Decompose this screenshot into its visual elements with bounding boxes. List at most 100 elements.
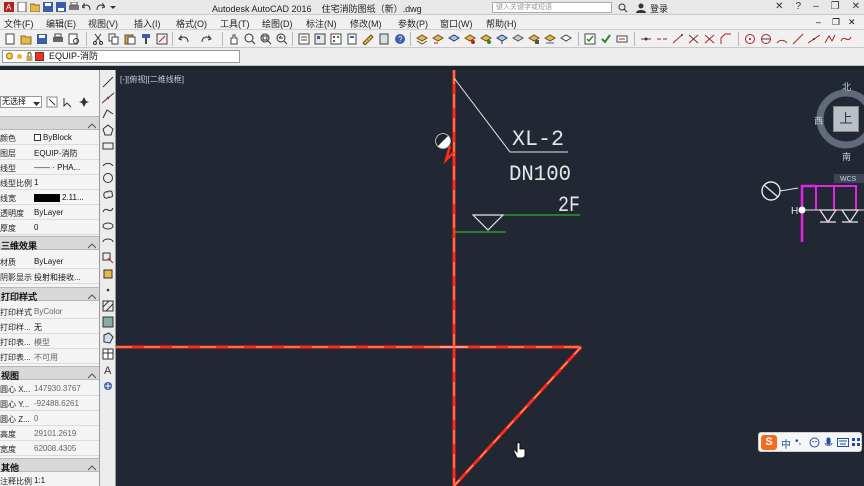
- ime-toolbar[interactable]: S 中 •,: [758, 432, 862, 452]
- mdi-minimize-icon[interactable]: –: [816, 17, 821, 27]
- plot-icon[interactable]: [69, 1, 79, 12]
- maximize-icon[interactable]: ❐: [831, 1, 840, 12]
- search-input[interactable]: 键入关键字或短语: [492, 2, 612, 13]
- attribute-icon[interactable]: [616, 33, 628, 45]
- layer-walk-icon[interactable]: [544, 33, 556, 45]
- minimize-icon[interactable]: –: [813, 1, 819, 12]
- match-properties-icon[interactable]: [140, 33, 152, 45]
- login-link[interactable]: 登录: [650, 2, 668, 15]
- redo-icon[interactable]: [95, 2, 106, 12]
- quick-select-icon[interactable]: [78, 96, 90, 110]
- section-view[interactable]: 视图: [0, 366, 99, 381]
- sheet-set-icon[interactable]: [346, 33, 358, 45]
- table-icon[interactable]: [102, 348, 114, 360]
- user-icon[interactable]: [636, 3, 646, 15]
- collapse-chevron-icon[interactable]: [87, 463, 97, 471]
- prop-row[interactable]: 高度 29101.2619: [0, 426, 99, 441]
- prop-row[interactable]: 圆心 Z... 0: [0, 411, 99, 426]
- layer-dropdown[interactable]: EQUIP-消防: [2, 50, 240, 63]
- save-icon[interactable]: [43, 2, 53, 12]
- copy-icon[interactable]: [108, 33, 120, 45]
- save-file-icon[interactable]: [36, 33, 48, 45]
- prop-row[interactable]: 注释比例 1:1: [0, 473, 99, 486]
- layer-properties-icon[interactable]: [416, 33, 428, 45]
- prop-row[interactable]: 线型比例 1: [0, 175, 99, 190]
- section-plot-style[interactable]: 打印样式: [0, 287, 99, 302]
- chamfer-icon[interactable]: [720, 33, 732, 45]
- rectangle-icon[interactable]: [102, 140, 114, 152]
- properties-icon[interactable]: [298, 33, 310, 45]
- redo-tool-icon[interactable]: [200, 33, 212, 45]
- arc-draw-icon[interactable]: [102, 156, 114, 168]
- block-editor-icon[interactable]: [156, 33, 168, 45]
- help-icon[interactable]: ?: [796, 1, 802, 12]
- ellipse-icon[interactable]: [102, 220, 114, 232]
- zoom-realtime-icon[interactable]: [244, 33, 256, 45]
- circle-draw-icon[interactable]: [102, 172, 114, 184]
- make-block-icon[interactable]: [102, 268, 114, 280]
- zoom-window-icon[interactable]: [260, 33, 272, 45]
- new-icon[interactable]: [17, 1, 27, 13]
- arc-icon[interactable]: [776, 33, 788, 45]
- layer-state-icon[interactable]: [448, 33, 460, 45]
- layer-merge-icon[interactable]: [560, 33, 572, 45]
- prop-row[interactable]: 厚度 0: [0, 220, 99, 235]
- extend-icon[interactable]: [672, 33, 684, 45]
- open-icon[interactable]: [29, 2, 41, 13]
- collapse-chevron-icon[interactable]: [87, 121, 97, 129]
- menu-dimension[interactable]: 标注(N): [306, 17, 337, 30]
- prop-row[interactable]: 阴影显示 投射和接收...: [0, 269, 99, 284]
- menu-file[interactable]: 文件(F): [4, 17, 34, 30]
- menu-draw[interactable]: 绘图(D): [262, 17, 293, 30]
- menu-view[interactable]: 视图(V): [88, 17, 118, 30]
- exchange-icon[interactable]: ✕: [775, 1, 783, 12]
- prop-row[interactable]: 宽度 62008.4305: [0, 441, 99, 456]
- point-icon[interactable]: [102, 284, 114, 296]
- prop-row[interactable]: 线宽 2.11...: [0, 190, 99, 205]
- hatch-icon[interactable]: [102, 300, 114, 312]
- line-draw-icon[interactable]: [102, 76, 114, 88]
- prop-row[interactable]: 圆心 X... 147930.3767: [0, 381, 99, 396]
- menu-help[interactable]: 帮助(H): [486, 17, 517, 30]
- print-icon[interactable]: [52, 33, 64, 45]
- prop-row[interactable]: 打印表... 不可用: [0, 349, 99, 364]
- construction-line-icon[interactable]: [101, 92, 115, 104]
- prop-row[interactable]: 透明度 ByLayer: [0, 205, 99, 220]
- viewcube-top-face[interactable]: 上: [833, 106, 859, 132]
- viewcube-south[interactable]: 南: [842, 150, 851, 163]
- ellipse-arc-icon[interactable]: [102, 236, 114, 248]
- menu-edit[interactable]: 编辑(E): [46, 17, 76, 30]
- insert-block-icon[interactable]: [102, 252, 114, 264]
- layer-previous-icon[interactable]: [432, 33, 444, 45]
- revision-cloud-icon[interactable]: [102, 188, 114, 200]
- section-misc[interactable]: 其他: [0, 458, 99, 473]
- paste-icon[interactable]: [124, 33, 136, 45]
- spline-draw-icon[interactable]: [102, 204, 114, 216]
- menu-insert[interactable]: 插入(I): [134, 17, 161, 30]
- line-icon[interactable]: [792, 33, 804, 45]
- layer-unisolate-icon[interactable]: [480, 33, 492, 45]
- prop-row[interactable]: 打印表... 模型: [0, 334, 99, 349]
- spline-icon[interactable]: [840, 33, 852, 45]
- check-icon[interactable]: [600, 33, 612, 45]
- section-3d-effects[interactable]: 三维效果: [0, 236, 99, 251]
- collapse-chevron-icon[interactable]: [87, 292, 97, 300]
- gradient-icon[interactable]: [102, 316, 114, 328]
- layer-off-icon[interactable]: [512, 33, 524, 45]
- mdi-close-icon[interactable]: ✕: [848, 17, 856, 28]
- close-icon[interactable]: ✕: [852, 1, 860, 12]
- new-file-icon[interactable]: [4, 33, 16, 45]
- circle-center-icon[interactable]: [744, 33, 756, 45]
- pipe-size-text[interactable]: DN100: [509, 162, 571, 187]
- edit-check-icon[interactable]: [584, 33, 596, 45]
- collapse-chevron-icon[interactable]: [87, 241, 97, 249]
- break-icon[interactable]: [656, 33, 668, 45]
- section-general[interactable]: [0, 116, 99, 130]
- viewcube-north[interactable]: 北: [842, 80, 851, 93]
- cut-icon[interactable]: [92, 33, 104, 45]
- polygon-icon[interactable]: [102, 124, 114, 136]
- multiline-text-icon[interactable]: A: [102, 364, 114, 377]
- prop-row[interactable]: 颜色 ByBlock: [0, 130, 99, 145]
- pan-icon[interactable]: [228, 33, 240, 45]
- region-icon[interactable]: [102, 332, 114, 344]
